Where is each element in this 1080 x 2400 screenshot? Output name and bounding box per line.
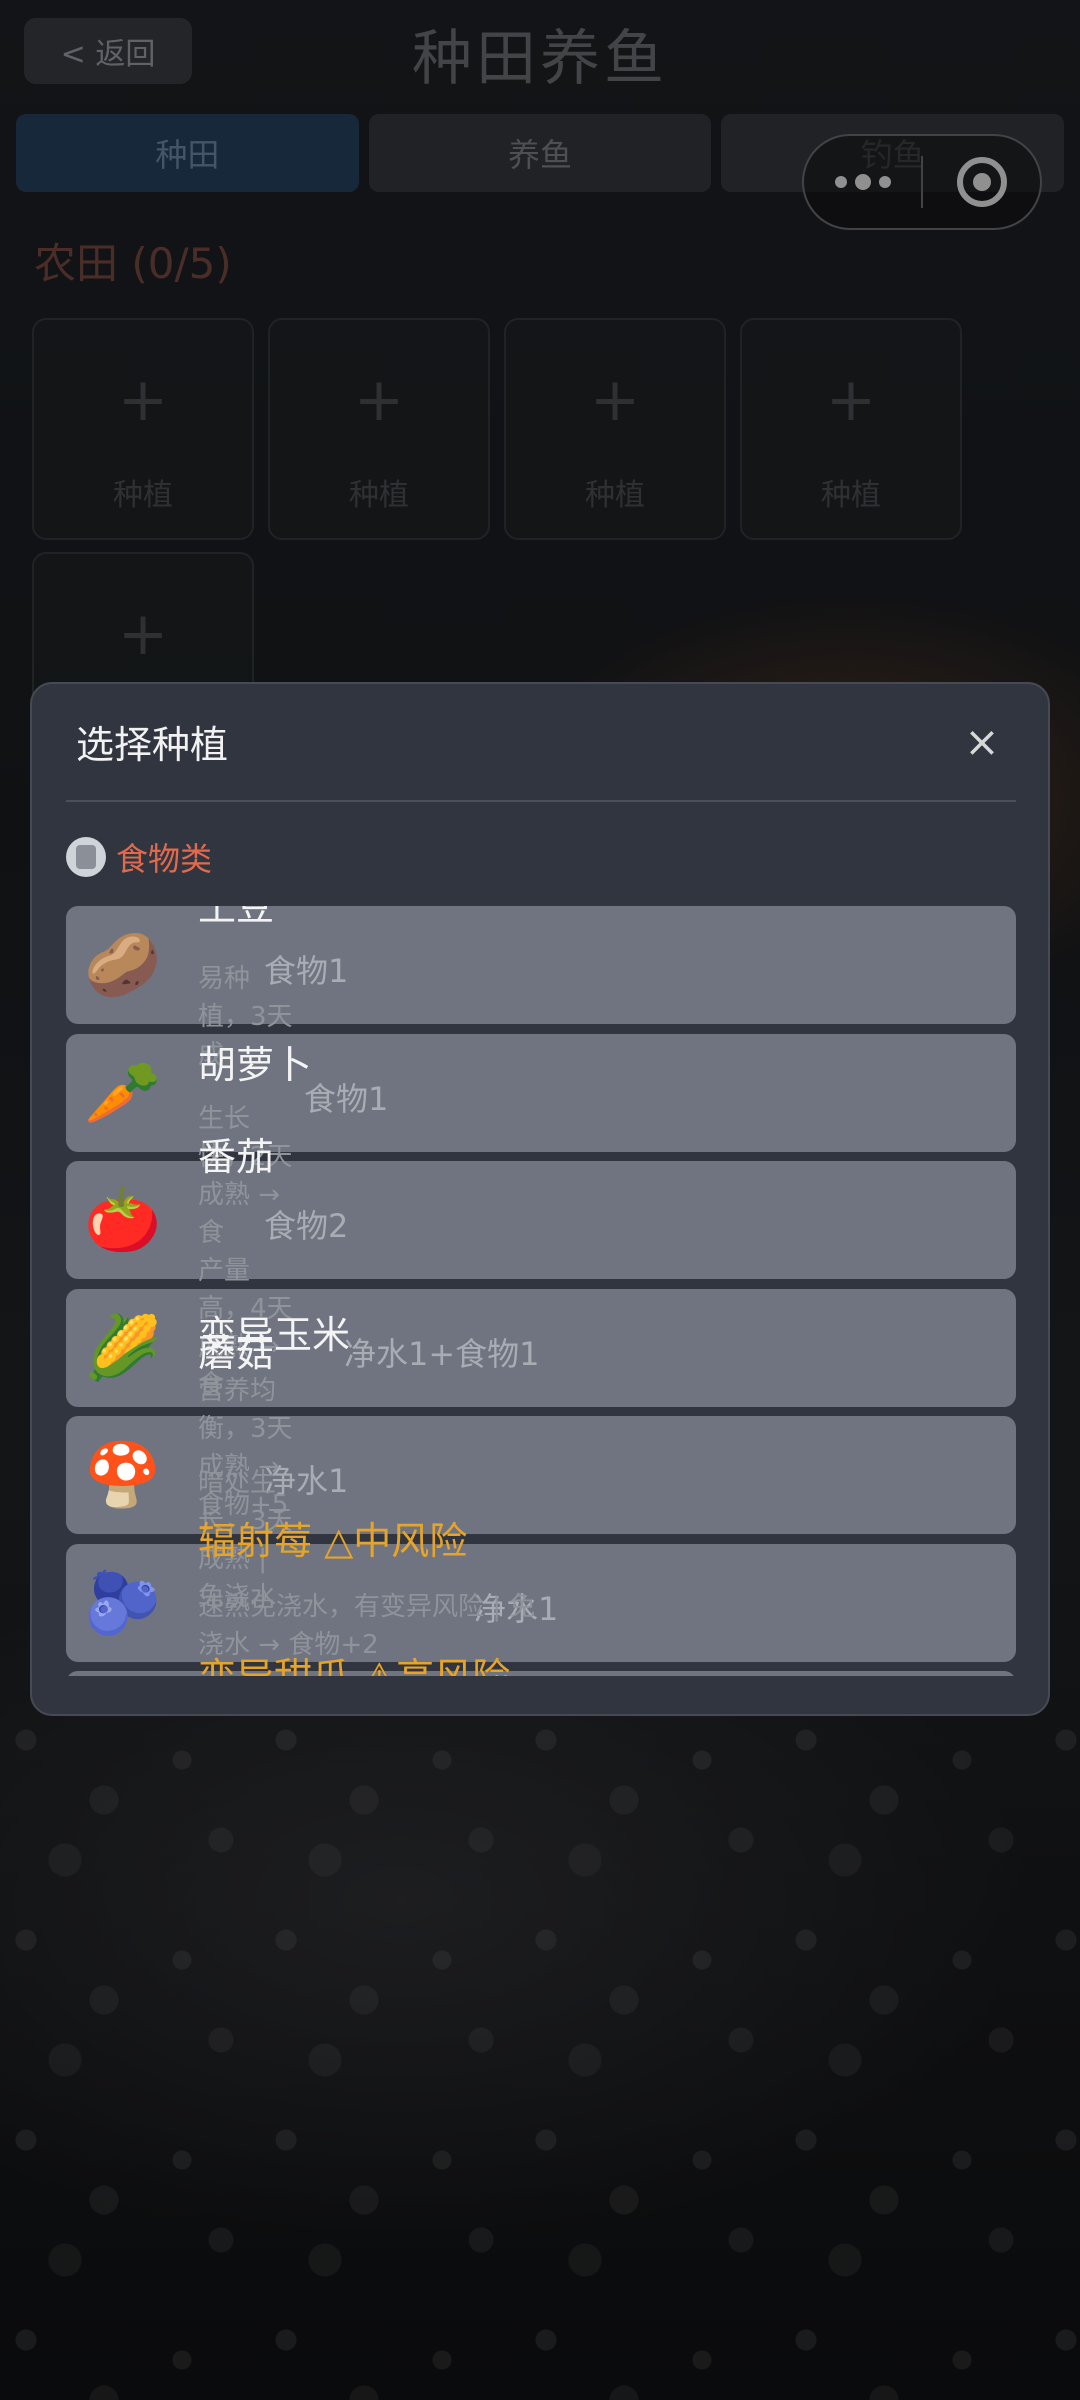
category-header: 食物类 bbox=[66, 834, 212, 880]
modal-title: 选择种植 bbox=[76, 723, 229, 767]
potato-icon: 🥔 bbox=[84, 928, 162, 1001]
divider bbox=[66, 800, 1016, 802]
mushroom-icon: 🍄 bbox=[84, 1438, 162, 1511]
blueberry-icon: 🫐 bbox=[84, 1566, 162, 1639]
plant-cost: 食物1 bbox=[304, 1080, 389, 1118]
plant-name: 胡萝卜 bbox=[198, 1043, 313, 1087]
select-plant-modal: 选择种植 × 食物类 🥔 食物1 🥕 食物1 🍅 食物2 🌽 净水1+食物1 🍄… bbox=[30, 682, 1050, 1716]
carrot-icon: 🥕 bbox=[84, 1056, 162, 1129]
close-icon[interactable]: × bbox=[962, 721, 1002, 763]
plant-name: 辐射莓 △中风险 bbox=[198, 1519, 468, 1563]
food-category-icon bbox=[66, 837, 106, 877]
plant-name: 变异甜瓜 ⚠高风险 bbox=[198, 1646, 510, 1676]
category-label: 食物类 bbox=[116, 840, 213, 878]
plant-name: 土豆 bbox=[198, 906, 275, 929]
plant-cost: 净水1+食物1 bbox=[344, 1335, 540, 1373]
plant-list[interactable]: 🥔 食物1 🥕 食物1 🍅 食物2 🌽 净水1+食物1 🍄 净水1 🫐 净水1 … bbox=[66, 906, 1016, 1676]
tomato-icon: 🍅 bbox=[84, 1183, 162, 1256]
plant-name: 番茄 bbox=[198, 1135, 275, 1179]
plant-name: 蘑菇 bbox=[198, 1331, 275, 1375]
corn-icon: 🌽 bbox=[84, 1311, 162, 1384]
